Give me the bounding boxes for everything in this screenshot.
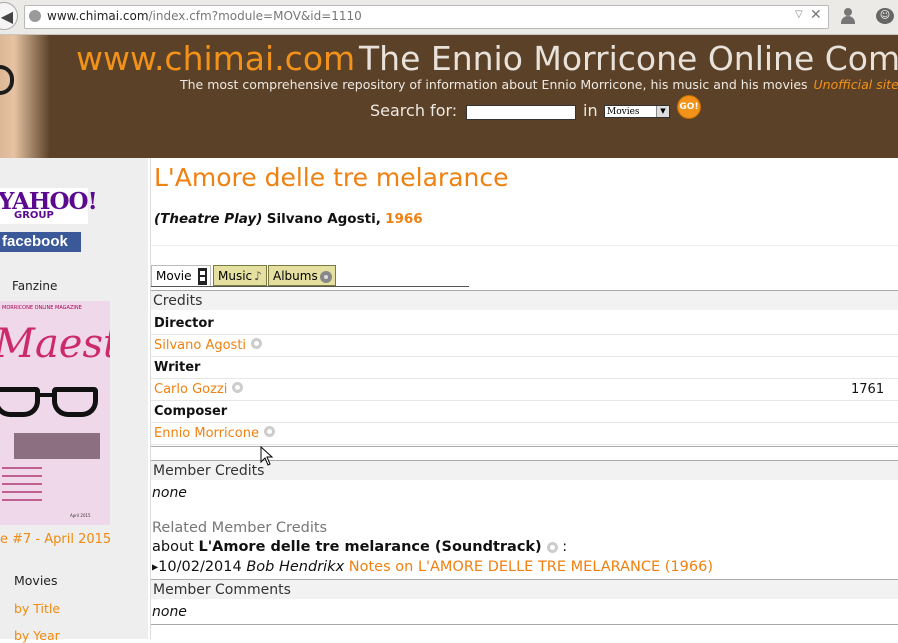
yahoo-group-text: GROUP (14, 210, 54, 221)
search-icon[interactable] (546, 542, 558, 553)
credit-row: Carlo Gozzi 1761 (151, 379, 898, 401)
about-prefix: about (152, 539, 194, 555)
divider (151, 624, 898, 625)
about-title: L'Amore delle tre melarance (Soundtrack) (198, 539, 542, 555)
tab-music-label: Music (218, 269, 253, 283)
movies-by-title-link[interactable]: by Title (14, 601, 60, 616)
credits-heading: Credits (151, 290, 898, 310)
unofficial-link[interactable]: Unofficial site (814, 77, 898, 92)
movie-type: (Theatre Play) (154, 211, 263, 227)
browser-toolbar: ◀ www.chimai.com/index.cfm?module=MOV&id… (0, 0, 898, 35)
url-domain: www.chimai.com (47, 9, 149, 23)
glasses-illustration (0, 387, 100, 421)
credit-person-link[interactable]: Ennio Morricone (154, 426, 259, 441)
globe-icon (29, 10, 41, 22)
credit-role-composer: Composer (151, 401, 898, 423)
movie-year-link[interactable]: 1966 (385, 211, 423, 227)
site-title: The Ennio Morricone Online Comm (359, 39, 898, 78)
movie-subtitle: (Theatre Play) Silvano Agosti, 1966 (154, 211, 423, 227)
url-path: /index.cfm?module=MOV&id=1110 (148, 9, 362, 23)
movies-by-year-link[interactable]: by Year (14, 628, 60, 643)
related-credit-item: ▶10/02/2014 Bob Hendrikx Notes on L'AMOR… (152, 559, 713, 575)
tagline-text: The most comprehensive repository of inf… (180, 77, 808, 92)
tab-bar: Movie Music ♪ Albums (151, 265, 469, 287)
search-in-label: in (583, 101, 598, 120)
fanzine-heading: Fanzine (12, 279, 58, 293)
chevron-down-icon: ▼ (656, 106, 669, 117)
related-note-link[interactable]: Notes on L'AMORE DELLE TRE MELARANCE (19… (349, 559, 713, 575)
page-title: L'Amore delle tre melarance (154, 163, 509, 192)
tab-movie-label: Movie (156, 269, 192, 283)
credit-extra: 1761 (851, 382, 885, 397)
credit-role-director: Director (151, 313, 898, 335)
cover-contents (2, 461, 72, 507)
search-scope-select[interactable]: Movies ▼ (604, 105, 670, 118)
related-author: Bob Hendrikx (246, 559, 345, 575)
film-icon (197, 268, 207, 285)
related-credits-heading: Related Member Credits (152, 520, 328, 536)
tab-music[interactable]: Music ♪ (213, 265, 267, 286)
maestro-magazine-cover[interactable]: MORRICONE ONLINE MAGAZINE Maestro April … (0, 301, 110, 525)
site-name[interactable]: www.chimai.com (76, 39, 355, 78)
search-input[interactable] (466, 105, 576, 120)
related-about: about L'Amore delle tre melarance (Sound… (152, 539, 567, 555)
main-content: L'Amore delle tre melarance (Theatre Pla… (150, 158, 898, 639)
issue-link[interactable]: e #7 - April 2015 (0, 532, 111, 547)
music-note-icon: ♪ (254, 269, 262, 283)
search-icon[interactable] (232, 382, 244, 393)
credit-row: Ennio Morricone (151, 423, 898, 445)
disc-icon (319, 270, 332, 283)
go-button[interactable]: GO! (677, 95, 701, 119)
chat-icon[interactable]: ☺ (876, 8, 894, 24)
site-header: www.chimai.com The Ennio Morricone Onlin… (0, 35, 898, 158)
address-bar[interactable]: www.chimai.com/index.cfm?module=MOV&id=1… (24, 5, 829, 29)
close-icon[interactable]: ✕ (810, 7, 822, 23)
tab-albums-label: Albums (273, 269, 318, 283)
tab-movie[interactable]: Movie (151, 265, 211, 286)
credit-person-link[interactable]: Silvano Agosti (154, 338, 246, 353)
yahoo-group-logo[interactable]: YAHOO! GROUP (0, 188, 98, 224)
member-comments-heading: Member Comments (151, 579, 898, 599)
search-icon[interactable] (251, 338, 263, 349)
tagline: The most comprehensive repository of inf… (180, 77, 898, 92)
maestro-heading: MORRICONE ONLINE MAGAZINE (2, 305, 82, 311)
cover-dedication-box (14, 433, 100, 459)
divider (151, 245, 898, 246)
movie-director: Silvano Agosti, (266, 211, 381, 227)
maestro-title: Maestro (0, 321, 110, 367)
back-button[interactable]: ◀ (0, 2, 18, 30)
related-date: 10/02/2014 (158, 559, 242, 575)
facebook-logo[interactable]: facebook (0, 232, 81, 252)
credit-role-writer: Writer (151, 357, 898, 379)
user-icon[interactable] (840, 8, 856, 24)
credit-person-link[interactable]: Carlo Gozzi (154, 382, 227, 397)
search-scope-value: Movies (607, 107, 640, 117)
morricone-photo (0, 35, 50, 158)
tab-albums[interactable]: Albums (268, 265, 336, 286)
maestro-date: April 2015 (70, 513, 91, 518)
member-credits-value: none (152, 485, 187, 501)
sidebar: YAHOO! GROUP facebook Fanzine MORRICONE … (0, 158, 148, 643)
search-icon[interactable] (263, 426, 275, 437)
search-label: Search for: (370, 101, 458, 120)
about-suffix: : (562, 539, 568, 555)
credit-row: Silvano Agosti (151, 335, 898, 357)
url-text: www.chimai.com/index.cfm?module=MOV&id=1… (47, 9, 362, 23)
mouse-cursor-icon (260, 446, 274, 466)
member-comments-value: none (152, 604, 187, 620)
movies-heading: Movies (14, 573, 58, 588)
chevron-down-icon[interactable]: ▽ (795, 9, 803, 20)
